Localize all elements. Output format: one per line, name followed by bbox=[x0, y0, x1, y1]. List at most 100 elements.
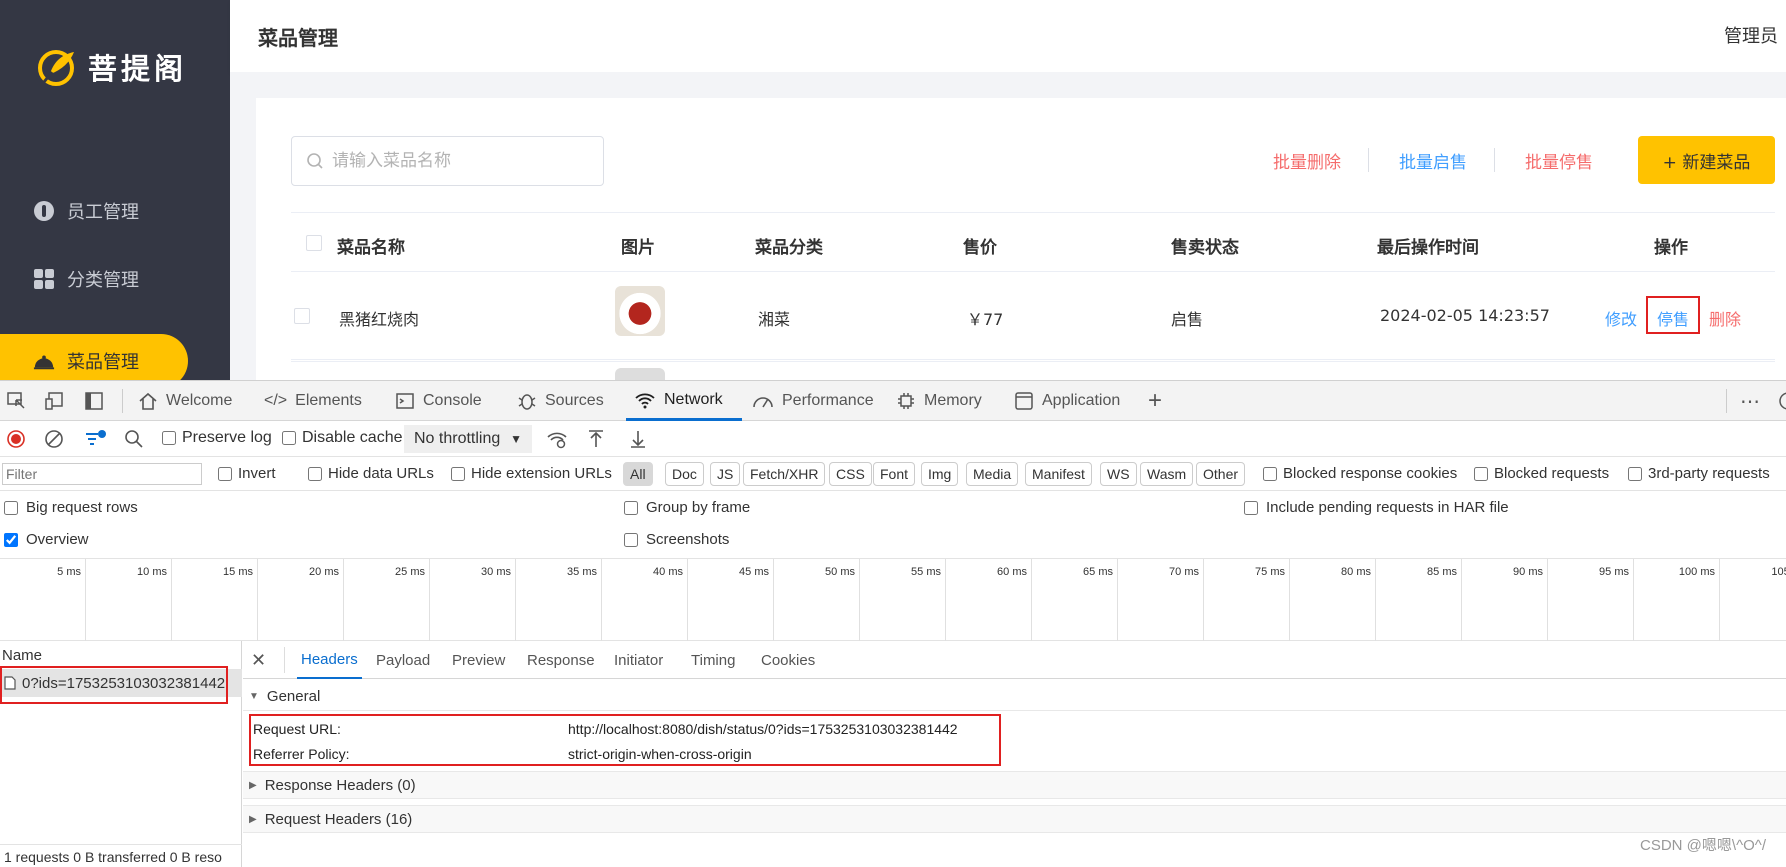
filter-chip-css[interactable]: CSS bbox=[829, 462, 872, 486]
hide-extension-urls-input[interactable] bbox=[451, 466, 465, 481]
tab-payload[interactable]: Payload bbox=[376, 641, 430, 679]
delete-button[interactable]: 删除 bbox=[1709, 306, 1741, 330]
edit-button[interactable]: 修改 bbox=[1605, 306, 1637, 330]
timeline-tick: 35 ms bbox=[516, 559, 602, 641]
timeline-tick: 40 ms bbox=[602, 559, 688, 641]
inspect-icon[interactable] bbox=[6, 381, 26, 421]
response-headers-toggle[interactable]: ▶ Response Headers (0) bbox=[243, 771, 1786, 799]
tab-network[interactable]: Network bbox=[626, 381, 742, 421]
tab-cookies[interactable]: Cookies bbox=[761, 641, 815, 679]
new-dish-button[interactable]: + 新建菜品 bbox=[1638, 136, 1775, 184]
search-input[interactable] bbox=[332, 151, 592, 171]
screenshots-input[interactable] bbox=[624, 532, 638, 547]
group-by-frame-checkbox[interactable]: Group by frame bbox=[624, 499, 750, 516]
add-tab-icon[interactable]: + bbox=[1148, 381, 1162, 421]
gauge-icon bbox=[753, 397, 773, 408]
tab-welcome[interactable]: Welcome bbox=[138, 381, 232, 421]
column-header: 图片 bbox=[621, 238, 655, 258]
dock-icon[interactable] bbox=[84, 381, 104, 421]
tab-initiator[interactable]: Initiator bbox=[614, 641, 663, 679]
third-party-checkbox[interactable]: 3rd-party requests bbox=[1628, 465, 1770, 482]
download-icon[interactable] bbox=[628, 429, 648, 449]
table-header: 菜品名称 图片 菜品分类 售价 售卖状态 最后操作时间 操作 bbox=[291, 212, 1775, 272]
blocked-requests-checkbox[interactable]: Blocked requests bbox=[1474, 465, 1609, 482]
big-rows-input[interactable] bbox=[4, 500, 18, 515]
batch-delete-button[interactable]: 批量删除 bbox=[1273, 148, 1341, 173]
blocked-cookies-input[interactable] bbox=[1263, 466, 1277, 481]
disable-cache-input[interactable] bbox=[282, 431, 296, 445]
filter-chip-wasm[interactable]: Wasm bbox=[1140, 462, 1194, 486]
request-headers-toggle[interactable]: ▶ Request Headers (16) bbox=[243, 805, 1786, 833]
overview-input[interactable] bbox=[4, 532, 18, 547]
user-name[interactable]: 管理员 bbox=[1724, 22, 1786, 48]
filter-input[interactable] bbox=[2, 463, 202, 485]
hide-extension-urls-checkbox[interactable]: Hide extension URLs bbox=[451, 465, 612, 482]
tab-performance[interactable]: Performance bbox=[752, 381, 874, 421]
tab-memory[interactable]: Memory bbox=[896, 381, 982, 421]
tab-headers[interactable]: Headers bbox=[297, 641, 362, 679]
checkbox-label: Disable cache bbox=[302, 429, 403, 446]
sidebar-item-employee[interactable]: 员工管理 bbox=[0, 184, 188, 238]
filter-chip-media[interactable]: Media bbox=[966, 462, 1019, 486]
divider bbox=[1726, 389, 1727, 413]
filter-chip-other[interactable]: Other bbox=[1196, 462, 1246, 486]
pending-har-input[interactable] bbox=[1244, 500, 1258, 515]
clear-icon[interactable] bbox=[44, 429, 64, 449]
filter-chip-font[interactable]: Font bbox=[873, 462, 916, 486]
big-rows-checkbox[interactable]: Big request rows bbox=[4, 499, 138, 516]
filter-chip-doc[interactable]: Doc bbox=[665, 462, 704, 486]
filter-chip-manifest[interactable]: Manifest bbox=[1025, 462, 1092, 486]
search-icon[interactable] bbox=[124, 429, 144, 449]
tab-application[interactable]: Application bbox=[1014, 381, 1120, 421]
preserve-log-checkbox[interactable]: Preserve log bbox=[162, 429, 272, 447]
batch-enable-button[interactable]: 批量启售 bbox=[1399, 148, 1467, 173]
throttling-select[interactable]: No throttling ▼ bbox=[404, 425, 532, 453]
hide-data-urls-input[interactable] bbox=[308, 466, 322, 481]
sidebar-item-category[interactable]: 分类管理 bbox=[0, 252, 188, 306]
row-checkbox[interactable] bbox=[294, 308, 310, 324]
blocked-cookies-checkbox[interactable]: Blocked response cookies bbox=[1263, 465, 1457, 482]
dish-search[interactable] bbox=[291, 136, 604, 186]
checkbox-label: Include pending requests in HAR file bbox=[1266, 499, 1509, 516]
checkbox-label: 3rd-party requests bbox=[1648, 465, 1770, 482]
invert-checkbox[interactable]: Invert bbox=[218, 465, 276, 482]
select-all-checkbox[interactable] bbox=[306, 235, 322, 251]
caret-right-icon: ▶ bbox=[249, 779, 257, 791]
brand-logo: 菩提阁 bbox=[36, 46, 187, 88]
tab-response[interactable]: Response bbox=[527, 641, 595, 679]
upload-icon[interactable] bbox=[586, 429, 606, 449]
device-toggle-icon[interactable] bbox=[44, 381, 64, 421]
tab-elements[interactable]: </> Elements bbox=[264, 381, 362, 421]
help-icon[interactable] bbox=[1778, 381, 1786, 421]
filter-chip-fetch[interactable]: Fetch/XHR bbox=[743, 462, 826, 486]
third-party-input[interactable] bbox=[1628, 466, 1642, 481]
preserve-log-input[interactable] bbox=[162, 431, 176, 445]
invert-input[interactable] bbox=[218, 466, 232, 481]
overview-checkbox[interactable]: Overview bbox=[4, 531, 89, 548]
pending-har-checkbox[interactable]: Include pending requests in HAR file bbox=[1244, 499, 1509, 516]
screenshots-checkbox[interactable]: Screenshots bbox=[624, 531, 729, 548]
checkbox-label: Overview bbox=[26, 531, 89, 548]
tab-sources[interactable]: Sources bbox=[517, 381, 604, 421]
filter-icon[interactable] bbox=[84, 429, 108, 449]
record-stop-icon[interactable] bbox=[6, 429, 26, 449]
disable-cache-checkbox[interactable]: Disable cache bbox=[282, 429, 403, 447]
tab-preview[interactable]: Preview bbox=[452, 641, 505, 679]
dish-category: 湘菜 bbox=[758, 310, 791, 329]
highlight-box bbox=[1646, 296, 1700, 334]
filter-chip-img[interactable]: Img bbox=[921, 462, 959, 486]
divider bbox=[122, 389, 123, 413]
network-conditions-icon[interactable] bbox=[546, 429, 568, 449]
more-options-icon[interactable]: ⋯ bbox=[1740, 381, 1761, 421]
filter-chip-ws[interactable]: WS bbox=[1100, 462, 1137, 486]
hide-data-urls-checkbox[interactable]: Hide data URLs bbox=[308, 465, 434, 482]
batch-disable-button[interactable]: 批量停售 bbox=[1525, 148, 1593, 173]
close-icon[interactable]: ✕ bbox=[251, 641, 266, 679]
filter-chip-all[interactable]: All bbox=[623, 462, 653, 486]
group-by-frame-input[interactable] bbox=[624, 500, 638, 515]
blocked-requests-input[interactable] bbox=[1474, 466, 1488, 481]
tab-console[interactable]: Console bbox=[395, 381, 482, 421]
tab-timing[interactable]: Timing bbox=[691, 641, 735, 679]
general-section-toggle[interactable]: ▼ General bbox=[243, 683, 1786, 711]
filter-chip-js[interactable]: JS bbox=[710, 462, 741, 486]
